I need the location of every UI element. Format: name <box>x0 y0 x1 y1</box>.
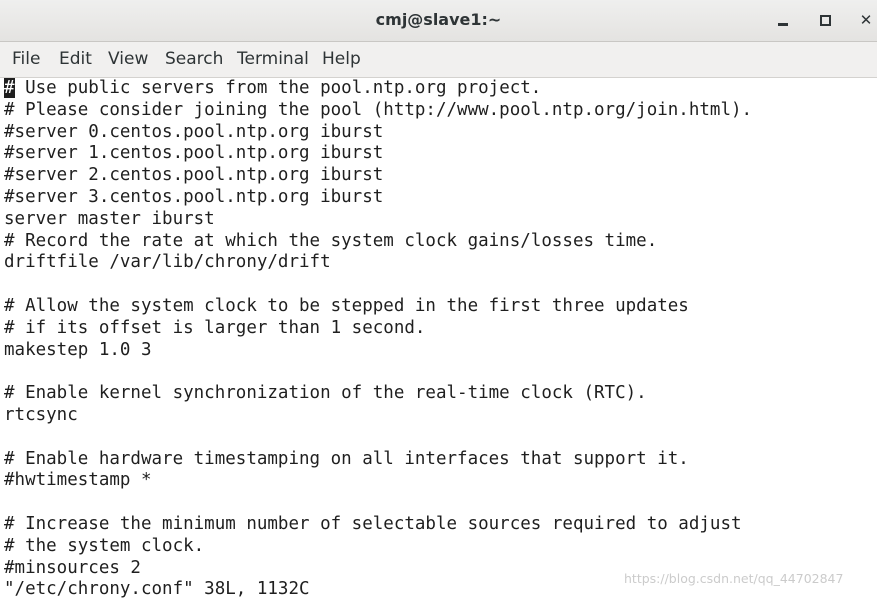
terminal-line: #server 0.centos.pool.ntp.org iburst <box>4 121 384 142</box>
terminal-line: server master iburst <box>4 208 215 229</box>
status-line: "/etc/chrony.conf" 38L, 1132C <box>4 579 310 600</box>
terminal-line: # Record the rate at which the system cl… <box>4 230 658 251</box>
close-button[interactable]: ✕ <box>851 6 877 34</box>
window-title: cmj@slave1:~ <box>375 10 502 29</box>
terminal-line: # Allow the system clock to be stepped i… <box>4 296 689 316</box>
maximize-button[interactable] <box>810 6 840 34</box>
terminal-line: #server 1.centos.pool.ntp.org iburst <box>4 143 384 164</box>
terminal-line: makestep 1.0 3 <box>4 339 152 360</box>
terminal-line: #server 3.centos.pool.ntp.org iburst <box>4 187 384 207</box>
terminal-line: #hwtimestamp * <box>4 470 152 491</box>
title-bar[interactable]: cmj@slave1:~ ✕ <box>0 0 877 42</box>
menu-view[interactable]: View <box>108 48 148 70</box>
terminal-line: #minsources 2 <box>4 557 141 578</box>
terminal-line: # the system clock. <box>4 535 205 556</box>
minimize-button[interactable] <box>768 6 798 34</box>
terminal-line: # Enable kernel synchronization of the r… <box>4 383 647 404</box>
terminal-window: cmj@slave1:~ ✕ File Edit View Search Ter… <box>0 0 877 600</box>
terminal-line: # Enable hardware timestamping on all in… <box>4 448 689 469</box>
maximize-icon <box>820 15 831 26</box>
close-icon: ✕ <box>859 11 873 29</box>
menu-terminal[interactable]: Terminal <box>237 48 309 70</box>
terminal-line: # if its offset is larger than 1 second. <box>4 317 426 338</box>
terminal-line: #server 2.centos.pool.ntp.org iburst <box>4 165 384 186</box>
menu-help[interactable]: Help <box>322 48 361 70</box>
terminal-line: # Increase the minimum number of selecta… <box>4 514 742 534</box>
watermark: https://blog.csdn.net/qq_44702847 <box>624 571 844 586</box>
menu-bar: File Edit View Search Terminal Help <box>0 42 877 78</box>
terminal-output[interactable]: # Use public servers from the pool.ntp.o… <box>0 78 877 600</box>
menu-edit[interactable]: Edit <box>59 48 92 70</box>
terminal-line: # Use public servers from the pool.ntp.o… <box>4 78 542 98</box>
menu-search[interactable]: Search <box>165 48 223 70</box>
text-cursor: # <box>4 78 15 98</box>
menu-file[interactable]: File <box>12 48 40 70</box>
minimize-icon <box>778 23 788 26</box>
terminal-line: rtcsync <box>4 405 78 425</box>
terminal-line: # Please consider joining the pool (http… <box>4 99 753 120</box>
terminal-line: driftfile /var/lib/chrony/drift <box>4 252 331 273</box>
